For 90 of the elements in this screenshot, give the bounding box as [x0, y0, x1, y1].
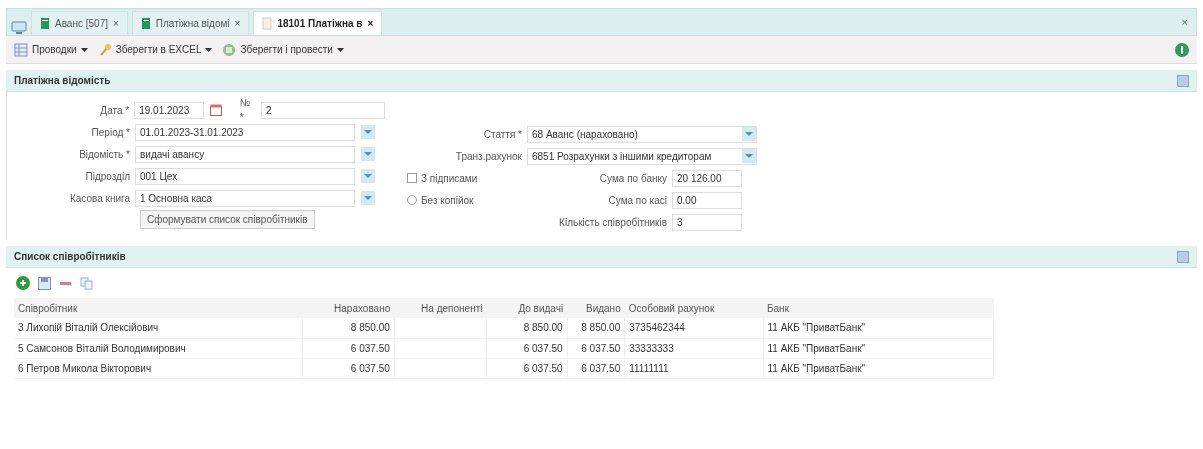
- dropdown-field[interactable]: 6851 Розрахунки з іншими кредиторам: [527, 147, 757, 165]
- panel-title: Список співробітників: [14, 250, 126, 264]
- collapse-icon[interactable]: [1177, 74, 1189, 87]
- table-cell: 6 Петров Микола Вікторович: [18, 362, 152, 374]
- total-field: 0.00: [672, 191, 742, 209]
- panel-title: Платіжна відомість: [14, 74, 111, 88]
- table-cell: 6 037.50: [350, 342, 390, 354]
- field-label: Кількість співробітників: [558, 215, 668, 230]
- field-label: Підрозділ: [84, 169, 131, 184]
- field-label: Касова книга: [68, 191, 131, 206]
- table-cell: 3735462344: [629, 322, 685, 334]
- table-cell: 11 АКБ "ПриватБанк": [767, 362, 866, 374]
- add-icon[interactable]: [16, 276, 30, 290]
- table-cell: 6 037.50: [350, 362, 390, 374]
- table-cell: 6 037.50: [523, 362, 563, 374]
- column-header[interactable]: До видачі: [486, 298, 568, 318]
- caret-icon: [336, 47, 344, 52]
- page-icon: [262, 17, 273, 30]
- generate-button[interactable]: Сформувати список співробітників: [140, 210, 315, 229]
- column-header[interactable]: На депоненті: [394, 298, 487, 318]
- dropdown-field[interactable]: 001 Цех: [135, 167, 355, 185]
- caret-icon: [80, 47, 88, 52]
- dropdown-arrow-icon[interactable]: [745, 154, 753, 158]
- number-field[interactable]: 2: [260, 101, 385, 119]
- dropdown-arrow-icon[interactable]: [364, 152, 372, 156]
- table-cell: 33333333: [629, 342, 674, 354]
- table-cell: 6 037.50: [581, 362, 621, 374]
- table-cell: 8 850.00: [350, 322, 390, 334]
- save-icon[interactable]: [38, 276, 51, 290]
- dropdown-arrow-icon[interactable]: [745, 132, 753, 136]
- tab-label: Платіжна відомі: [155, 17, 230, 31]
- collapse-icon[interactable]: [1177, 250, 1189, 263]
- dropdown-arrow-icon[interactable]: [364, 196, 372, 200]
- column-header[interactable]: Нараховано: [302, 298, 395, 318]
- dropdown-field[interactable]: 68 Аванс (нараховано): [527, 125, 757, 143]
- calendar-icon[interactable]: [209, 104, 222, 116]
- checkbox[interactable]: [407, 173, 417, 183]
- tab-label: Аванс [507]: [55, 17, 108, 31]
- field-label: Відомість *: [78, 147, 131, 162]
- field-label: Транз.рахунок: [454, 149, 523, 164]
- dropdown-arrow-icon[interactable]: [364, 174, 372, 178]
- help-icon[interactable]: [1175, 42, 1189, 57]
- table-cell: 11111111: [629, 362, 669, 374]
- caret-icon: [205, 47, 213, 52]
- field-label: Дата *: [99, 103, 131, 118]
- copy-icon[interactable]: [80, 276, 93, 290]
- table-cell: 6 037.50: [581, 342, 621, 354]
- tab[interactable]: Аванс [507] ×: [31, 11, 128, 35]
- tab-label: 18101 Платіжна в: [277, 17, 363, 31]
- table-cell: 8 850.00: [523, 322, 563, 334]
- date-field[interactable]: 19.01.2023: [134, 101, 204, 119]
- close-icon[interactable]: ×: [367, 16, 374, 31]
- table-icon: [14, 42, 28, 57]
- column-header[interactable]: Співробітник: [14, 298, 303, 318]
- dropdown-field[interactable]: видачі авансу: [135, 145, 355, 163]
- field-label: Стаття *: [482, 127, 523, 142]
- close-button[interactable]: ×: [1177, 13, 1192, 31]
- document-icon: [140, 17, 151, 30]
- close-icon[interactable]: ×: [234, 16, 241, 31]
- field-label: Сума по банку: [598, 171, 668, 186]
- table-cell: 3 Лихопій Віталій Олексійович: [18, 322, 159, 334]
- table-cell: 8 850.00: [581, 322, 621, 334]
- table-cell: 11 АКБ "ПриватБанк": [767, 322, 866, 334]
- column-header[interactable]: Видано: [567, 298, 625, 318]
- field-label: № *: [239, 96, 252, 125]
- tab[interactable]: Платіжна відомі ×: [131, 11, 250, 35]
- column-header[interactable]: Особовий рахунок: [624, 298, 763, 318]
- disk-icon: [222, 42, 237, 57]
- table-cell: 11 АКБ "ПриватБанк": [767, 342, 866, 354]
- dropdown-field[interactable]: 01.01.2023-31.01.2023: [135, 123, 355, 141]
- total-field: 3: [672, 213, 742, 231]
- field-label: Період *: [90, 125, 131, 140]
- close-icon[interactable]: ×: [113, 16, 119, 31]
- table-cell: 5 Самсонов Віталій Володимирович: [18, 342, 186, 354]
- toolbar-button[interactable]: Проводки: [14, 42, 88, 57]
- column-header[interactable]: Банк: [763, 298, 994, 318]
- radio-button[interactable]: [407, 195, 417, 205]
- table-cell: 6 037.50: [523, 342, 563, 354]
- monitor-icon[interactable]: [11, 21, 27, 35]
- option-label: Без копійок: [421, 193, 474, 208]
- tab[interactable]: 18101 Платіжна в ×: [253, 11, 383, 35]
- dropdown-field[interactable]: 1 Основна каса: [135, 189, 355, 207]
- toolbar-button[interactable]: Зберегти і провести: [222, 42, 344, 57]
- total-field: 20 126.00: [672, 169, 742, 187]
- toolbar-button[interactable]: Зберегти в EXCEL: [97, 42, 213, 57]
- document-icon: [40, 17, 50, 30]
- dropdown-arrow-icon[interactable]: [364, 130, 372, 134]
- key-icon: [97, 42, 112, 57]
- option-label: З підписами: [421, 171, 478, 186]
- field-label: Сума по касі: [607, 193, 668, 208]
